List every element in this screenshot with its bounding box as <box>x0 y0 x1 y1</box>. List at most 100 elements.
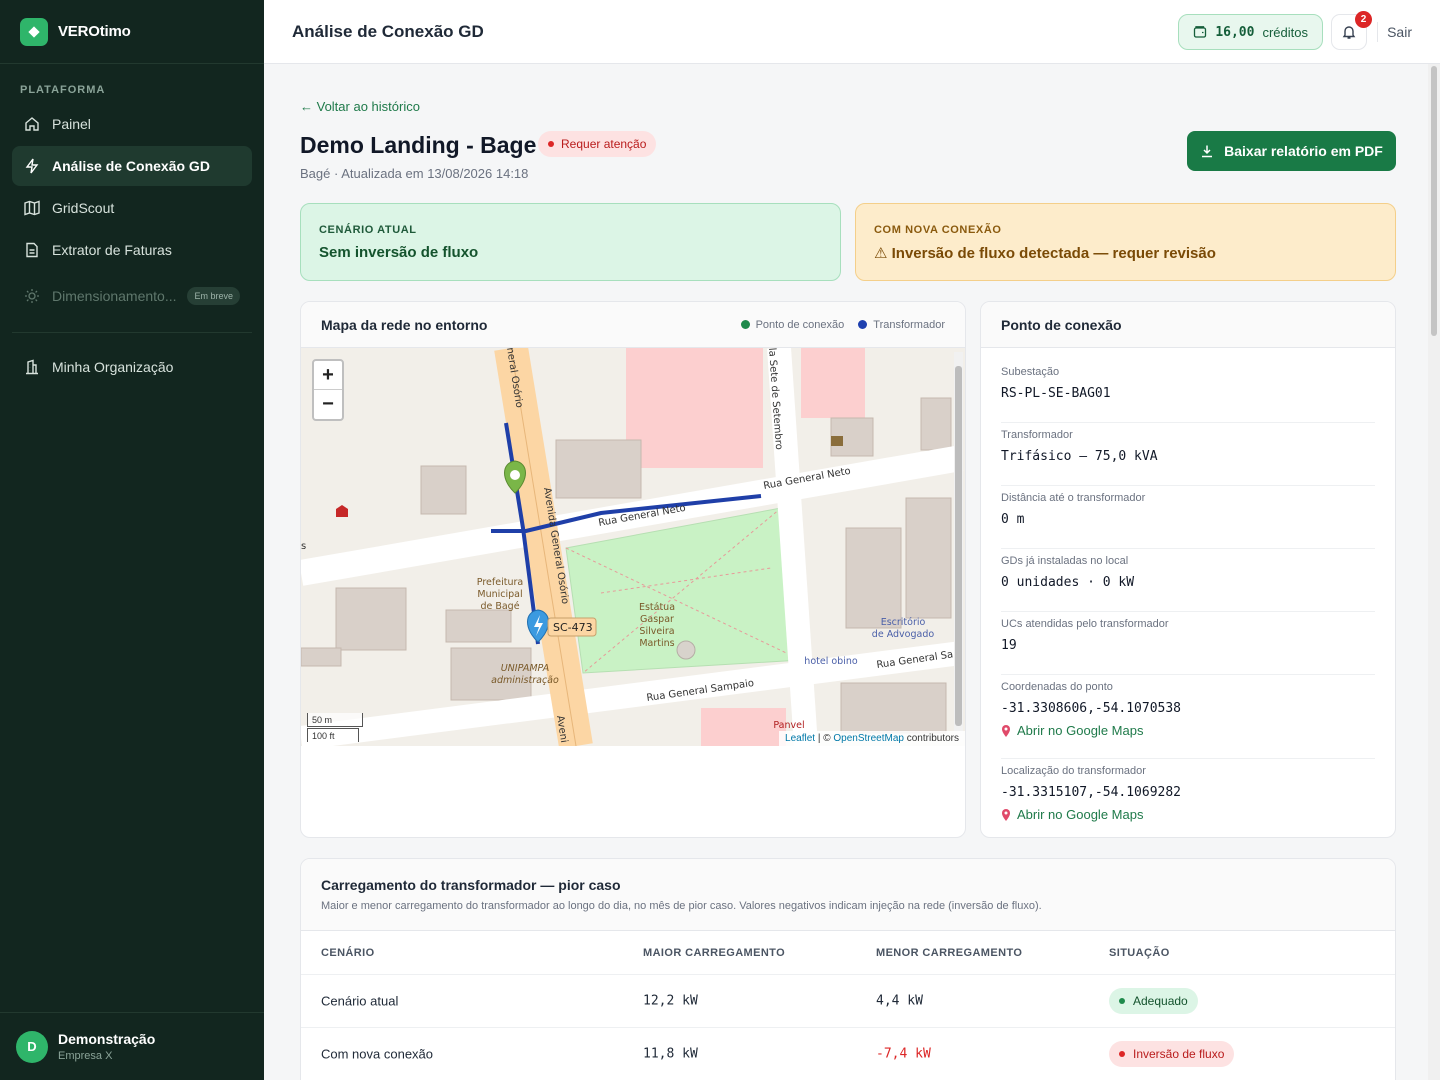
detail-label: Localização do transformador <box>1001 765 1146 777</box>
road-ref-label: SC-473 <box>553 621 593 634</box>
card-header: Mapa da rede no entorno Ponto de conexão… <box>301 302 965 348</box>
table-row: Com nova conexão 11,8 kW -7,4 kW Inversã… <box>301 1028 1395 1080</box>
hospital-icon <box>336 505 348 517</box>
open-google-maps-link[interactable]: Abrir no Google Maps <box>1001 723 1375 738</box>
poi-label: de Advogado <box>872 629 935 640</box>
detail-value: 19 <box>1001 638 1017 653</box>
poi-label: de Bagé <box>480 601 519 612</box>
poi-label: Gaspar <box>640 614 674 625</box>
home-icon <box>25 117 39 131</box>
map-scrollbar-thumb[interactable] <box>955 366 962 726</box>
cell-status: Inversão de fluxo <box>1109 1041 1235 1067</box>
page-title: Demo Landing - Bage <box>300 132 537 158</box>
map-attribution: Leaflet | © OpenStreetMap contributors <box>779 731 965 746</box>
download-icon <box>1202 145 1213 158</box>
building <box>301 647 342 667</box>
bolt-icon <box>25 158 39 174</box>
cell-max-load: 11,8 kW <box>643 1046 698 1062</box>
building <box>420 465 467 515</box>
attribution-separator: | © <box>817 733 834 744</box>
cell-scenario: Cenário atual <box>321 993 399 1009</box>
poi-label: hotel obino <box>804 656 858 667</box>
loading-description: Maior e menor carregamento do transforma… <box>321 900 1042 912</box>
cell-status: Adequado <box>1109 988 1198 1014</box>
cell-scenario: Com nova conexão <box>321 1046 434 1062</box>
sidebar-item-painel[interactable]: Painel <box>12 104 252 144</box>
user-profile[interactable]: D Demonstração Empresa X <box>0 1012 264 1080</box>
fountain <box>676 640 696 660</box>
new-connection-scenario-card: COM NOVA CONEXÃO ⚠ Inversão de fluxo det… <box>855 203 1396 281</box>
osm-link[interactable]: OpenStreetMap <box>833 733 904 744</box>
map-icon <box>24 200 40 216</box>
cell-min-load: 4,4 kW <box>876 993 923 1009</box>
table-header-row: CENÁRIO MAIOR CARREGAMENTO MENOR CARREGA… <box>301 931 1395 975</box>
user-name: Demonstração <box>58 1031 156 1047</box>
cell-max-load: 12,2 kW <box>643 993 698 1009</box>
leaflet-link[interactable]: Leaflet <box>785 733 815 744</box>
open-google-maps-link[interactable]: Abrir no Google Maps <box>1001 807 1375 822</box>
credits-label: créditos <box>1262 24 1308 40</box>
page-scrollbar[interactable] <box>1428 64 1440 1080</box>
building <box>801 348 865 418</box>
nav-divider <box>12 332 252 333</box>
map-tiles[interactable]: Rua General Neto Rua General Neto Rua Ge… <box>301 348 965 746</box>
sidebar: VEROtimo PLATAFORMA Painel Análise de Co… <box>0 0 264 1080</box>
building <box>920 397 952 451</box>
map-pin-icon <box>1002 808 1010 821</box>
connection-details: Subestação RS-PL-SE-BAG01 Transformador … <box>981 348 1395 837</box>
sidebar-item-analise-gd[interactable]: Análise de Conexão GD <box>12 146 252 186</box>
legend-label: Ponto de conexão <box>755 318 845 331</box>
detail-value: 0 unidades · 0 kW <box>1001 575 1135 590</box>
back-to-history-link[interactable]: ← Voltar ao histórico <box>300 99 420 114</box>
bell-icon <box>1342 26 1356 39</box>
sidebar-item-label: Extrator de Faturas <box>52 242 172 258</box>
building <box>555 439 642 499</box>
brand-name: VEROtimo <box>58 23 131 40</box>
sun-icon <box>25 289 39 303</box>
map-viewport[interactable]: Rua General Neto Rua General Neto Rua Ge… <box>301 348 965 746</box>
brand-logo-icon <box>20 17 48 46</box>
logout-button[interactable]: Sair <box>1387 24 1412 40</box>
notifications-button[interactable]: 2 <box>1331 11 1372 50</box>
detail-value: Trifásico — 75,0 kVA <box>1001 449 1158 464</box>
brand[interactable]: VEROtimo <box>0 0 264 64</box>
page-header-title: Análise de Conexão GD <box>292 21 484 41</box>
nav-section-platform: PLATAFORMA Painel Análise de Conexão GD … <box>0 64 264 387</box>
notification-count-badge: 2 <box>1355 11 1372 28</box>
sidebar-item-extrator[interactable]: Extrator de Faturas <box>12 230 252 270</box>
scrollbar-thumb[interactable] <box>1431 66 1437 336</box>
cell-min-load: -7,4 kW <box>876 1046 931 1062</box>
building <box>445 609 512 643</box>
page-subtitle: Bagé · Atualizada em 13/08/2026 14:18 <box>300 166 529 181</box>
poi-label: UNIPAMPA <box>501 663 550 674</box>
detail-label: Coordenadas do ponto <box>1001 681 1113 693</box>
building <box>905 497 952 619</box>
detail-consumer-units: UCs atendidas pelo transformador 19 <box>1001 612 1375 675</box>
avatar: D <box>16 1030 48 1063</box>
divider <box>1377 22 1378 42</box>
status-text: Requer atenção <box>561 137 647 151</box>
detail-label: UCs atendidas pelo transformador <box>1001 618 1169 630</box>
map-legend: Ponto de conexão Transformador <box>727 319 945 331</box>
poi-label: Municipal <box>477 589 522 600</box>
network-map-card: Mapa da rede no entorno Ponto de conexão… <box>300 301 966 838</box>
current-scenario-card: CENÁRIO ATUAL Sem inversão de fluxo <box>300 203 841 281</box>
detail-value: -31.3308606,-54.1070538 <box>1001 701 1182 716</box>
maps-link-label: Abrir no Google Maps <box>1017 723 1144 738</box>
detail-label: Subestação <box>1001 366 1060 378</box>
credits-badge[interactable]: 16,00 créditos <box>1178 14 1323 50</box>
sidebar-item-gridscout[interactable]: GridScout <box>12 188 252 228</box>
zoom-in-button[interactable]: + <box>314 361 342 390</box>
download-pdf-button[interactable]: Baixar relatório em PDF <box>1187 131 1396 171</box>
nav-heading: PLATAFORMA <box>20 84 106 96</box>
zoom-out-button[interactable]: − <box>314 390 342 419</box>
sidebar-item-organizacao[interactable]: Minha Organização <box>12 347 252 387</box>
scenario-value: ⚠ Inversão de fluxo detectada — requer r… <box>874 245 1216 262</box>
attribution-contributors: contributors <box>906 733 959 744</box>
poi-label: Panvel <box>773 720 804 731</box>
status-text: Inversão de fluxo <box>1133 1047 1225 1061</box>
detail-point-coordinates: Coordenadas do ponto -31.3308606,-54.107… <box>1001 675 1375 759</box>
zoom-control: + − <box>312 359 344 421</box>
sidebar-item-label: GridScout <box>52 200 115 216</box>
table-row: Cenário atual 12,2 kW 4,4 kW Adequado <box>301 975 1395 1028</box>
